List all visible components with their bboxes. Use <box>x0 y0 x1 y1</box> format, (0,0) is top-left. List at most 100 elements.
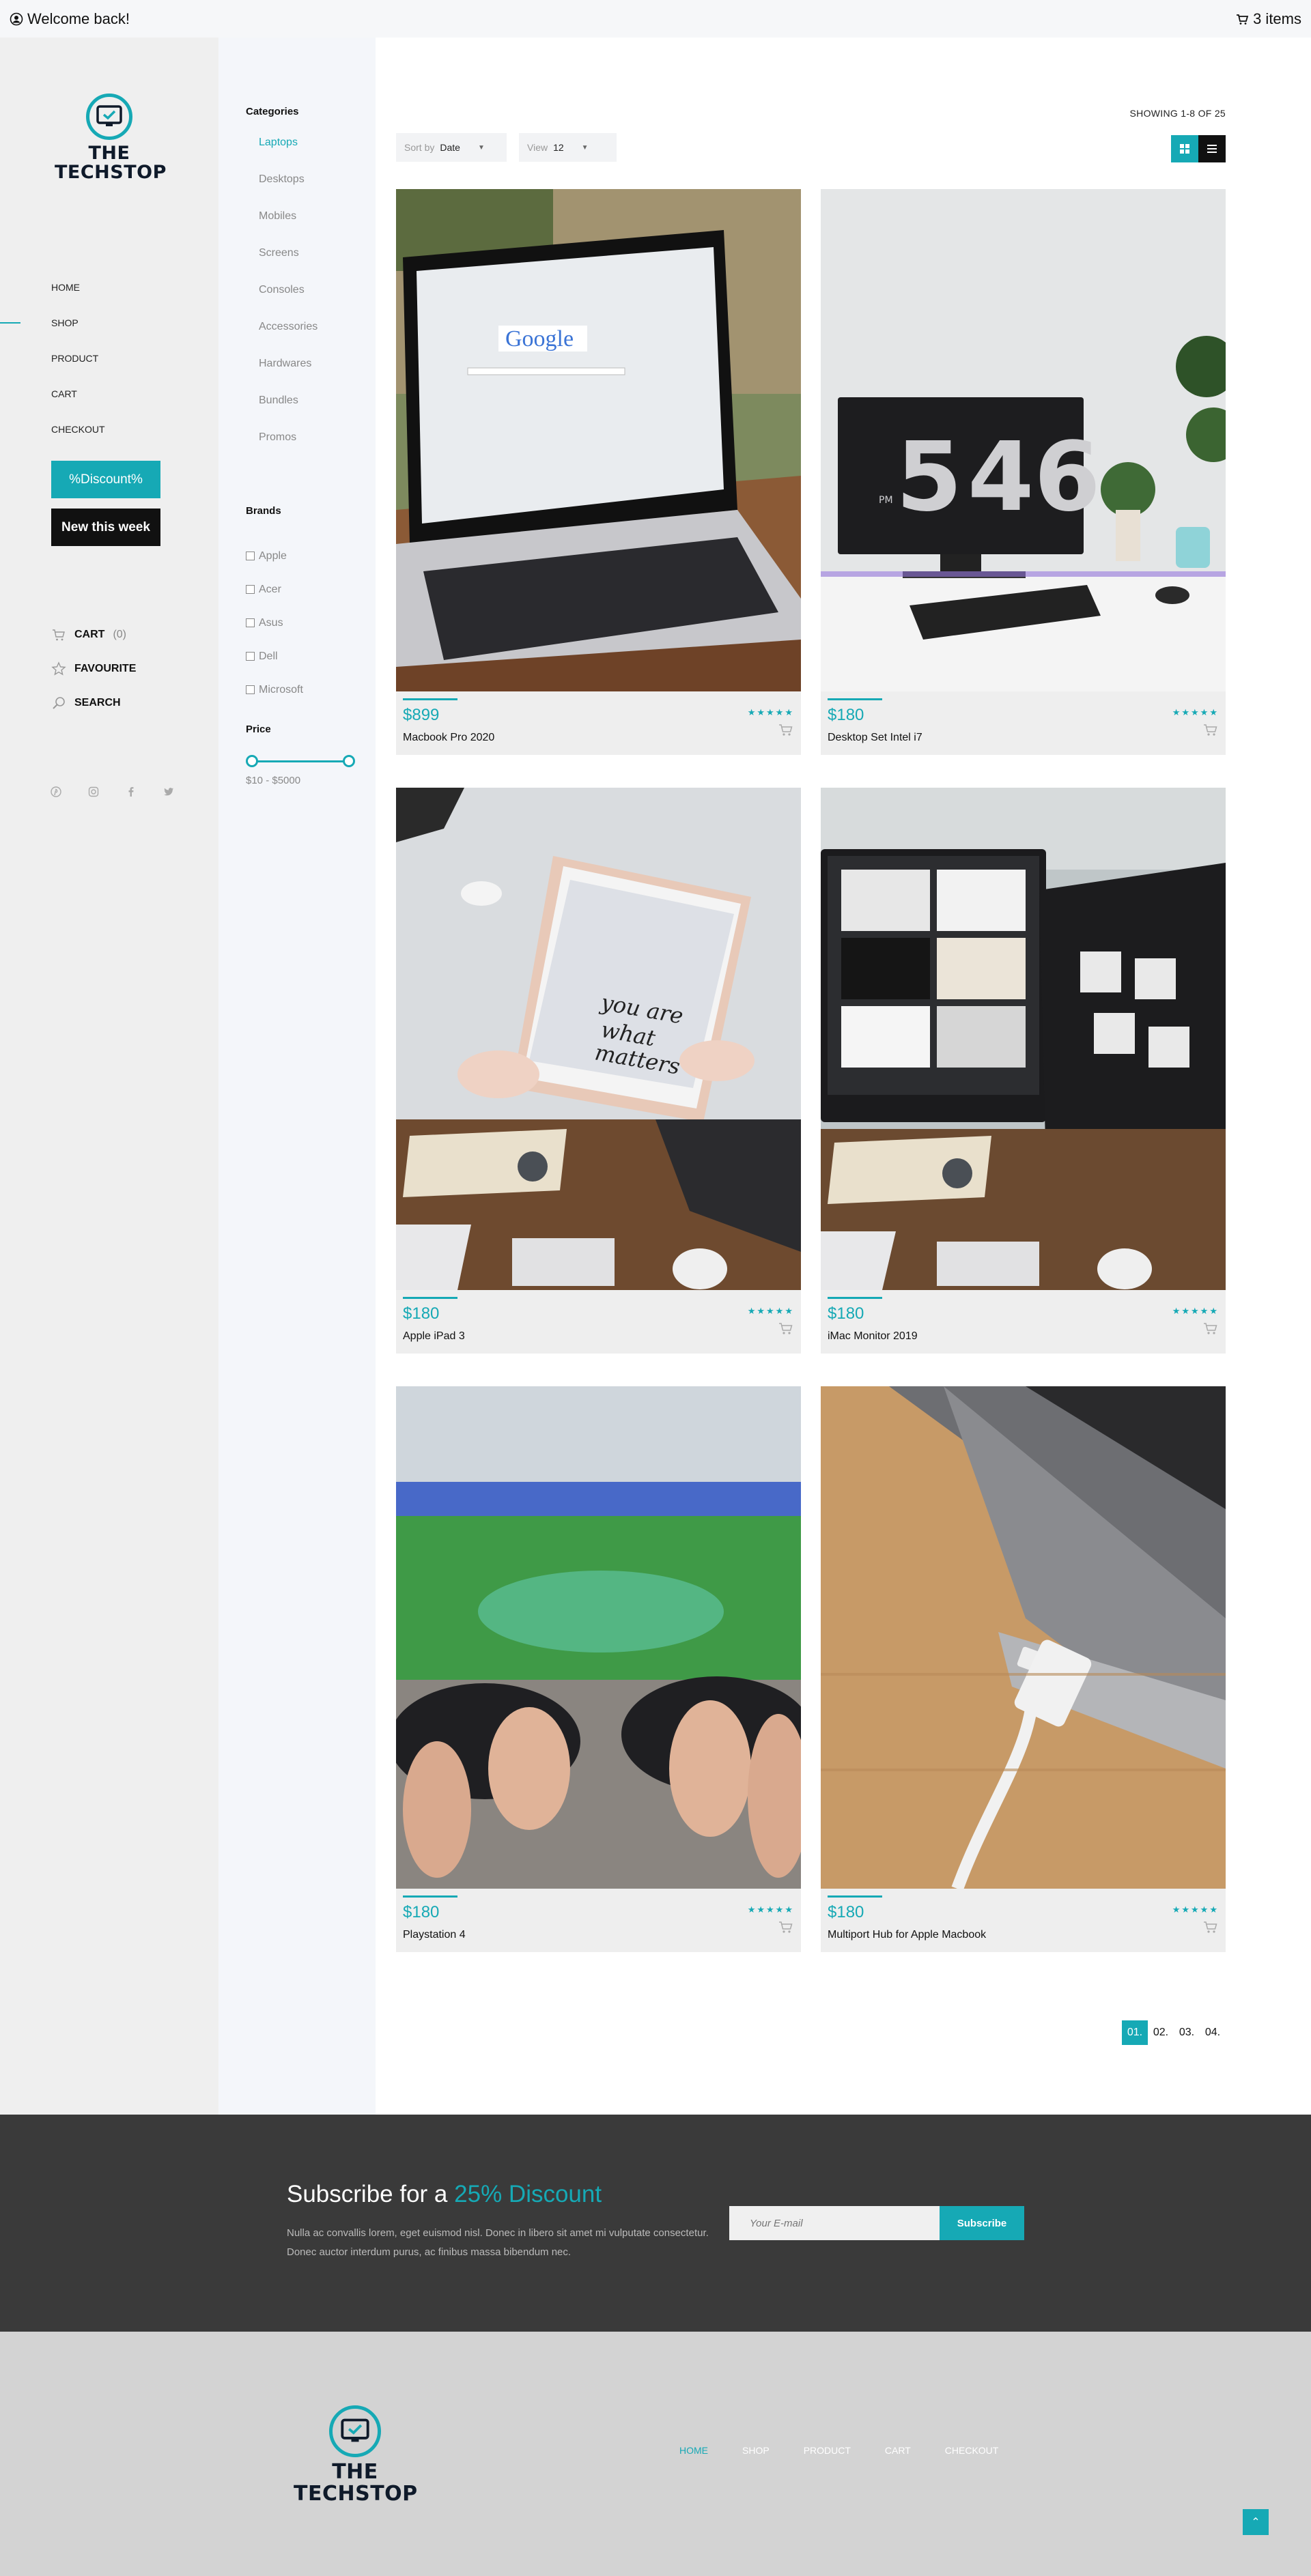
price-underline <box>828 1895 882 1898</box>
product-name[interactable]: Macbook Pro 2020 <box>403 732 494 744</box>
footer-nav: HOME SHOP PRODUCT CART CHECKOUT <box>679 2445 998 2456</box>
footer-nav-home[interactable]: HOME <box>679 2445 708 2456</box>
quick-search-link[interactable]: SEARCH <box>51 686 136 720</box>
subscribe-button[interactable]: Subscribe <box>940 2206 1024 2240</box>
price-heading: Price <box>246 724 271 735</box>
subscribe-heading: Subscribe for a 25% Discount <box>287 2181 602 2208</box>
product-price: $180 <box>403 1903 440 1921</box>
product-card[interactable]: $180 iMac Monitor 2019 ★★★★★ <box>821 788 1226 1354</box>
product-price: $180 <box>828 1903 864 1921</box>
product-image-multiport-hub[interactable] <box>821 1386 1226 1889</box>
quick-cart-link[interactable]: CART (0) <box>51 618 136 652</box>
brand-checkbox[interactable] <box>246 552 255 560</box>
footer-logo[interactable]: THE TECHSTOP <box>294 2405 417 2505</box>
product-name[interactable]: Apple iPad 3 <box>403 1330 465 1343</box>
product-image-laptop[interactable]: Google <box>396 189 801 691</box>
product-name[interactable]: Multiport Hub for Apple Macbook <box>828 1929 986 1941</box>
logo[interactable]: THE TECHSTOP <box>55 94 167 183</box>
nav-checkout[interactable]: CHECKOUT <box>0 412 218 447</box>
brand-apple[interactable]: Apple <box>246 539 303 573</box>
pinterest-icon[interactable] <box>49 785 63 799</box>
product-image-ipad[interactable]: you are what matters <box>396 788 801 1290</box>
price-slider[interactable] <box>246 754 355 768</box>
add-to-cart-icon[interactable] <box>1202 1919 1219 1934</box>
rating-stars-icon: ★★★★★ <box>747 707 794 717</box>
page-1[interactable]: 01. <box>1122 2020 1148 2045</box>
brand-checkbox[interactable] <box>246 685 255 694</box>
add-to-cart-icon[interactable] <box>1202 1321 1219 1336</box>
view-count-dropdown[interactable]: View 12 ▼ <box>519 133 617 162</box>
footer-nav-checkout[interactable]: CHECKOUT <box>945 2445 999 2456</box>
category-desktops[interactable]: Desktops <box>259 173 318 210</box>
add-to-cart-icon[interactable] <box>778 722 794 737</box>
nav-shop[interactable]: SHOP <box>0 305 218 341</box>
nav-home[interactable]: HOME <box>0 270 218 305</box>
footer-nav-product[interactable]: PRODUCT <box>804 2445 851 2456</box>
quick-favourite-link[interactable]: FAVOURITE <box>51 652 136 686</box>
page-4[interactable]: 04. <box>1200 2020 1226 2045</box>
main-nav: HOME SHOP PRODUCT CART CHECKOUT <box>0 270 218 447</box>
left-navigation: THE TECHSTOP HOME SHOP PRODUCT CART CHEC… <box>0 38 218 2115</box>
footer-nav-cart[interactable]: CART <box>885 2445 911 2456</box>
product-card[interactable]: you are what matters $180 Apple iPad 3 ★ <box>396 788 801 1354</box>
brand-checkbox[interactable] <box>246 585 255 594</box>
product-card[interactable]: Google $899 Macbook Pro 2020 ★★★★★ <box>396 189 801 755</box>
add-to-cart-icon[interactable] <box>778 1321 794 1336</box>
back-to-top-button[interactable]: ⌃ <box>1243 2509 1269 2535</box>
brand-checkbox[interactable] <box>246 618 255 627</box>
product-card[interactable]: $180 Multiport Hub for Apple Macbook ★★★… <box>821 1386 1226 1952</box>
brand-label: Dell <box>259 650 278 662</box>
instagram-icon[interactable] <box>87 785 100 799</box>
price-slider-max-handle[interactable] <box>343 755 355 767</box>
brand-acer[interactable]: Acer <box>246 573 303 606</box>
category-promos[interactable]: Promos <box>259 431 318 468</box>
category-accessories[interactable]: Accessories <box>259 321 318 358</box>
add-to-cart-icon[interactable] <box>778 1919 794 1934</box>
list-view-icon[interactable] <box>1198 135 1226 162</box>
page-3[interactable]: 03. <box>1174 2020 1200 2045</box>
product-card[interactable]: 5 46 PM $180 Desktop Set Intel i7 ★★★★★ <box>821 189 1226 755</box>
category-bundles[interactable]: Bundles <box>259 395 318 431</box>
product-name[interactable]: iMac Monitor 2019 <box>828 1330 918 1343</box>
page-2[interactable]: 02. <box>1148 2020 1174 2045</box>
brand-label: Acer <box>259 583 281 595</box>
brand-asus[interactable]: Asus <box>246 606 303 640</box>
new-this-week-button[interactable]: New this week <box>51 509 160 546</box>
brand-checkbox[interactable] <box>246 652 255 661</box>
view-toggle <box>1171 135 1226 162</box>
logo-text-line2: TECHSTOP <box>55 162 167 183</box>
product-card[interactable]: $180 Playstation 4 ★★★★★ <box>396 1386 801 1952</box>
product-image-imac-monitor[interactable] <box>821 788 1226 1290</box>
discount-button[interactable]: %Discount% <box>51 461 160 498</box>
category-hardwares[interactable]: Hardwares <box>259 358 318 395</box>
email-field[interactable] <box>729 2206 940 2240</box>
grid-view-icon[interactable] <box>1171 135 1198 162</box>
add-to-cart-icon[interactable] <box>1202 722 1219 737</box>
brand-microsoft[interactable]: Microsoft <box>246 673 303 706</box>
nav-cart[interactable]: CART <box>0 376 218 412</box>
quick-cart-label: CART <box>74 629 105 640</box>
svg-text:5: 5 <box>896 422 962 533</box>
category-screens[interactable]: Screens <box>259 247 318 284</box>
category-mobiles[interactable]: Mobiles <box>259 210 318 247</box>
brand-dell[interactable]: Dell <box>246 640 303 673</box>
brand-list: Apple Acer Asus Dell Microsoft <box>246 539 303 706</box>
product-image-desktop-set[interactable]: 5 46 PM <box>821 189 1226 691</box>
category-laptops[interactable]: Laptops <box>259 137 318 173</box>
price-slider-min-handle[interactable] <box>246 755 258 767</box>
product-name[interactable]: Playstation 4 <box>403 1929 466 1941</box>
header-cart-button[interactable]: 3 items <box>1235 10 1301 28</box>
twitter-icon[interactable] <box>162 785 175 799</box>
sort-dropdown[interactable]: Sort by Date ▼ <box>396 133 507 162</box>
price-underline <box>403 1297 457 1299</box>
quick-favourite-label: FAVOURITE <box>74 663 137 674</box>
top-bar: Welcome back! 3 items <box>0 0 1311 38</box>
welcome-message[interactable]: Welcome back! <box>10 10 130 28</box>
footer-nav-shop[interactable]: SHOP <box>742 2445 770 2456</box>
nav-product[interactable]: PRODUCT <box>0 341 218 376</box>
product-image-playstation[interactable] <box>396 1386 801 1889</box>
facebook-icon[interactable] <box>124 785 138 799</box>
category-consoles[interactable]: Consoles <box>259 284 318 321</box>
svg-text:46: 46 <box>968 422 1101 533</box>
product-name[interactable]: Desktop Set Intel i7 <box>828 732 922 744</box>
